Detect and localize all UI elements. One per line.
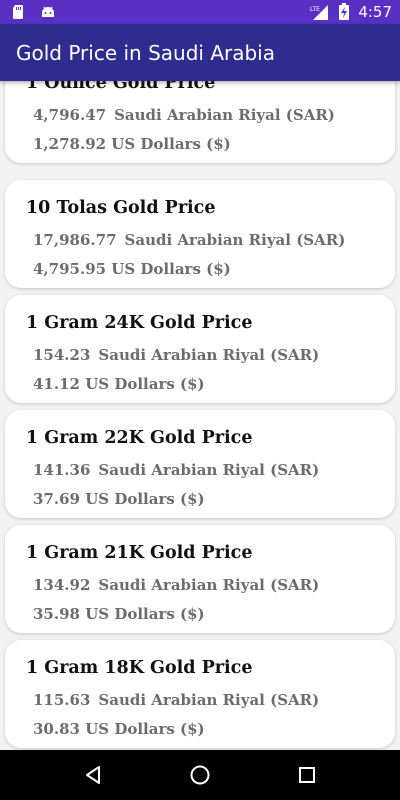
sar-currency: Saudi Arabian Riyal (SAR) [98, 346, 320, 364]
svg-text:LTE: LTE [310, 6, 320, 13]
sar-currency: Saudi Arabian Riyal (SAR) [124, 231, 346, 249]
sar-amount: 154.23 [33, 346, 91, 364]
sar-currency: Saudi Arabian Riyal (SAR) [98, 576, 320, 594]
android-icon [42, 6, 54, 17]
price-card[interactable]: 1 Gram 24K Gold Price 154.23 Saudi Arabia… [5, 295, 395, 403]
app-bar: Gold Price in Saudi Arabia [0, 24, 400, 81]
card-title: 1 Gram 22K Gold Price [26, 428, 253, 448]
price-card[interactable]: 1 Gram 21K Gold Price 134.92 Saudi Arabia… [5, 525, 395, 633]
price-card[interactable]: 1 Ounce Gold Price 4,796.47 Saudi Arabian… [5, 81, 395, 163]
sar-price: 17,986.77 Saudi Arabian Riyal (SAR) [33, 231, 345, 249]
usd-price: 1,278.92 US Dollars ($) [33, 135, 231, 153]
price-list[interactable]: 1 Ounce Gold Price 4,796.47 Saudi Arabian… [0, 81, 400, 750]
usd-price: 41.12 US Dollars ($) [33, 375, 205, 393]
usd-price: 35.98 US Dollars ($) [33, 605, 205, 623]
status-bar: LTE 4:57 [0, 0, 400, 24]
recents-square-icon [298, 767, 315, 783]
price-card[interactable]: 1 Gram 18K Gold Price 115.63 Saudi Arabia… [5, 640, 395, 748]
usd-price: 37.69 US Dollars ($) [33, 490, 205, 508]
sar-amount: 4,796.47 [33, 106, 107, 124]
sar-currency: Saudi Arabian Riyal (SAR) [114, 106, 335, 124]
card-title: 10 Tolas Gold Price [26, 198, 216, 218]
home-button[interactable] [180, 755, 220, 795]
sar-currency: Saudi Arabian Riyal (SAR) [98, 461, 320, 479]
sar-currency: Saudi Arabian Riyal (SAR) [98, 691, 320, 709]
card-title: 1 Gram 21K Gold Price [26, 543, 253, 563]
sar-amount: 115.63 [33, 691, 91, 709]
card-title: 1 Gram 18K Gold Price [26, 658, 253, 678]
back-triangle-icon [86, 766, 101, 784]
lte-signal-icon: LTE [310, 5, 329, 20]
sar-price: 115.63 Saudi Arabian Riyal (SAR) [33, 691, 319, 709]
battery-charging-icon [339, 3, 350, 20]
price-card[interactable]: 10 Tolas Gold Price 17,986.77 Saudi Arabi… [5, 180, 395, 288]
usd-price: 4,795.95 US Dollars ($) [33, 260, 231, 278]
sar-price: 134.92 Saudi Arabian Riyal (SAR) [33, 576, 319, 594]
app-title: Gold Price in Saudi Arabia [16, 40, 275, 65]
sd-card-icon [13, 5, 23, 19]
home-circle-icon [190, 765, 210, 785]
sar-amount: 17,986.77 [33, 231, 117, 249]
usd-price: 30.83 US Dollars ($) [33, 720, 205, 738]
sar-amount: 141.36 [33, 461, 91, 479]
sar-price: 154.23 Saudi Arabian Riyal (SAR) [33, 346, 319, 364]
sar-amount: 134.92 [33, 576, 91, 594]
sar-price: 4,796.47 Saudi Arabian Riyal (SAR) [33, 106, 335, 124]
navigation-bar [0, 750, 400, 800]
card-title: 1 Ounce Gold Price [26, 81, 216, 93]
back-button[interactable] [73, 755, 113, 795]
sar-price: 141.36 Saudi Arabian Riyal (SAR) [33, 461, 319, 479]
price-card[interactable]: 1 Gram 22K Gold Price 141.36 Saudi Arabia… [5, 410, 395, 518]
status-time: 4:57 [358, 3, 392, 21]
card-title: 1 Gram 24K Gold Price [26, 313, 253, 333]
recents-button[interactable] [287, 755, 327, 795]
